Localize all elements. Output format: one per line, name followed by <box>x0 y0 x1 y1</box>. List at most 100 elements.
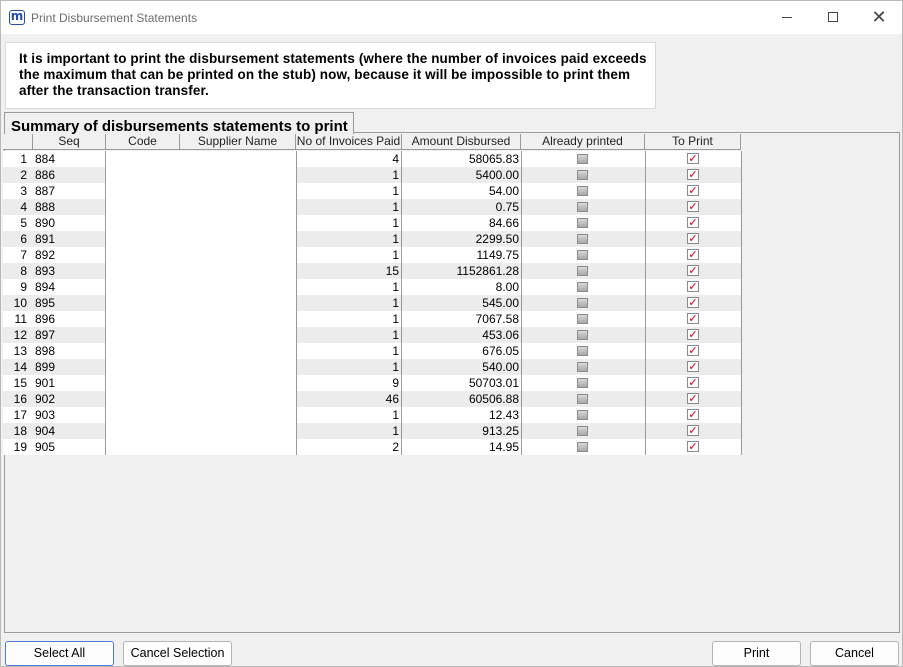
amount-disbursed-cell: 14.95 <box>488 440 519 454</box>
column-header-supplier-name[interactable]: Supplier Name <box>180 134 296 150</box>
to-print-checkbox[interactable]: ✓ <box>687 441 699 452</box>
to-print-cell: ✓ <box>645 375 741 391</box>
already-printed-checkbox[interactable] <box>577 442 588 452</box>
cancel-selection-button[interactable]: Cancel Selection <box>123 641 232 666</box>
column-divider <box>401 151 402 455</box>
already-printed-checkbox[interactable] <box>577 234 588 244</box>
invoices-paid-cell: 1 <box>392 184 399 198</box>
to-print-checkbox[interactable]: ✓ <box>687 329 699 340</box>
invoices-paid-cell: 9 <box>392 376 399 390</box>
to-print-cell: ✓ <box>645 311 741 327</box>
amount-disbursed-cell: 453.06 <box>482 328 519 342</box>
minimize-button[interactable] <box>764 1 810 33</box>
to-print-checkbox[interactable]: ✓ <box>687 425 699 436</box>
already-printed-checkbox[interactable] <box>577 394 588 404</box>
amount-disbursed-cell: 540.00 <box>482 360 519 374</box>
already-printed-checkbox[interactable] <box>577 170 588 180</box>
seq-cell: 894 <box>35 280 56 294</box>
already-printed-checkbox[interactable] <box>577 154 588 164</box>
to-print-checkbox[interactable]: ✓ <box>687 169 699 180</box>
close-button[interactable]: ✕ <box>856 1 902 33</box>
already-printed-checkbox[interactable] <box>577 250 588 260</box>
already-printed-checkbox[interactable] <box>577 298 588 308</box>
already-printed-cell <box>521 311 645 327</box>
already-printed-checkbox[interactable] <box>577 362 588 372</box>
to-print-checkbox[interactable]: ✓ <box>687 217 699 228</box>
row-number: 15 <box>13 376 27 390</box>
column-header-seq[interactable]: Seq <box>33 134 106 150</box>
already-printed-cell <box>521 295 645 311</box>
amount-disbursed-cell: 0.75 <box>495 200 519 214</box>
seq-cell: 884 <box>35 152 56 166</box>
amount-disbursed-cell: 50703.01 <box>468 376 519 390</box>
already-printed-checkbox[interactable] <box>577 410 588 420</box>
amount-disbursed-cell: 60506.88 <box>468 392 519 406</box>
to-print-checkbox[interactable]: ✓ <box>687 281 699 292</box>
already-printed-checkbox[interactable] <box>577 266 588 276</box>
title-bar[interactable]: m Print Disbursement Statements ✕ <box>1 1 902 34</box>
seq-cell: 899 <box>35 360 56 374</box>
seq-cell: 890 <box>35 216 56 230</box>
already-printed-checkbox[interactable] <box>577 314 588 324</box>
to-print-checkbox[interactable]: ✓ <box>687 361 699 372</box>
cancel-button[interactable]: Cancel <box>810 641 899 666</box>
row-number: 3 <box>20 184 27 198</box>
already-printed-cell <box>521 407 645 423</box>
row-number: 2 <box>20 168 27 182</box>
row-number: 19 <box>13 440 27 454</box>
already-printed-cell <box>521 359 645 375</box>
already-printed-checkbox[interactable] <box>577 282 588 292</box>
to-print-cell: ✓ <box>645 231 741 247</box>
to-print-cell: ✓ <box>645 183 741 199</box>
already-printed-checkbox[interactable] <box>577 346 588 356</box>
to-print-checkbox[interactable]: ✓ <box>687 345 699 356</box>
already-printed-checkbox[interactable] <box>577 186 588 196</box>
to-print-cell: ✓ <box>645 263 741 279</box>
to-print-checkbox[interactable]: ✓ <box>687 233 699 244</box>
select-all-button[interactable]: Select All <box>5 641 114 666</box>
invoices-paid-cell: 1 <box>392 296 399 310</box>
to-print-checkbox[interactable]: ✓ <box>687 185 699 196</box>
already-printed-cell <box>521 231 645 247</box>
invoices-paid-cell: 1 <box>392 312 399 326</box>
column-header-code[interactable]: Code <box>106 134 180 150</box>
summary-tab: Summary of disbursements statements to p… <box>4 112 354 135</box>
to-print-checkbox[interactable]: ✓ <box>687 153 699 164</box>
to-print-checkbox[interactable]: ✓ <box>687 313 699 324</box>
to-print-cell: ✓ <box>645 215 741 231</box>
to-print-checkbox[interactable]: ✓ <box>687 201 699 212</box>
invoices-paid-cell: 1 <box>392 360 399 374</box>
column-header-to-print[interactable]: To Print <box>645 134 741 150</box>
invoices-paid-cell: 15 <box>385 264 399 278</box>
to-print-cell: ✓ <box>645 343 741 359</box>
to-print-cell: ✓ <box>645 407 741 423</box>
already-printed-checkbox[interactable] <box>577 426 588 436</box>
column-header-amount-disbursed[interactable]: Amount Disbursed <box>402 134 521 150</box>
to-print-checkbox[interactable]: ✓ <box>687 393 699 404</box>
to-print-checkbox[interactable]: ✓ <box>687 297 699 308</box>
row-number: 18 <box>13 424 27 438</box>
to-print-cell: ✓ <box>645 151 741 167</box>
row-number: 6 <box>20 232 27 246</box>
maximize-button[interactable] <box>810 1 856 33</box>
already-printed-cell <box>521 167 645 183</box>
to-print-cell: ✓ <box>645 391 741 407</box>
already-printed-cell <box>521 327 645 343</box>
invoices-paid-cell: 1 <box>392 280 399 294</box>
already-printed-checkbox[interactable] <box>577 330 588 340</box>
already-printed-checkbox[interactable] <box>577 378 588 388</box>
to-print-cell: ✓ <box>645 279 741 295</box>
row-number: 11 <box>14 312 27 326</box>
to-print-checkbox[interactable]: ✓ <box>687 377 699 388</box>
to-print-checkbox[interactable]: ✓ <box>687 265 699 276</box>
to-print-checkbox[interactable]: ✓ <box>687 409 699 420</box>
already-printed-checkbox[interactable] <box>577 202 588 212</box>
to-print-checkbox[interactable]: ✓ <box>687 249 699 260</box>
to-print-cell: ✓ <box>645 295 741 311</box>
invoices-paid-cell: 1 <box>392 328 399 342</box>
column-header-invoices-paid[interactable]: No of Invoices Paid <box>296 134 402 150</box>
print-button[interactable]: Print <box>712 641 801 666</box>
already-printed-checkbox[interactable] <box>577 218 588 228</box>
minimize-icon <box>782 16 792 18</box>
column-header-already-printed[interactable]: Already printed <box>521 134 645 150</box>
